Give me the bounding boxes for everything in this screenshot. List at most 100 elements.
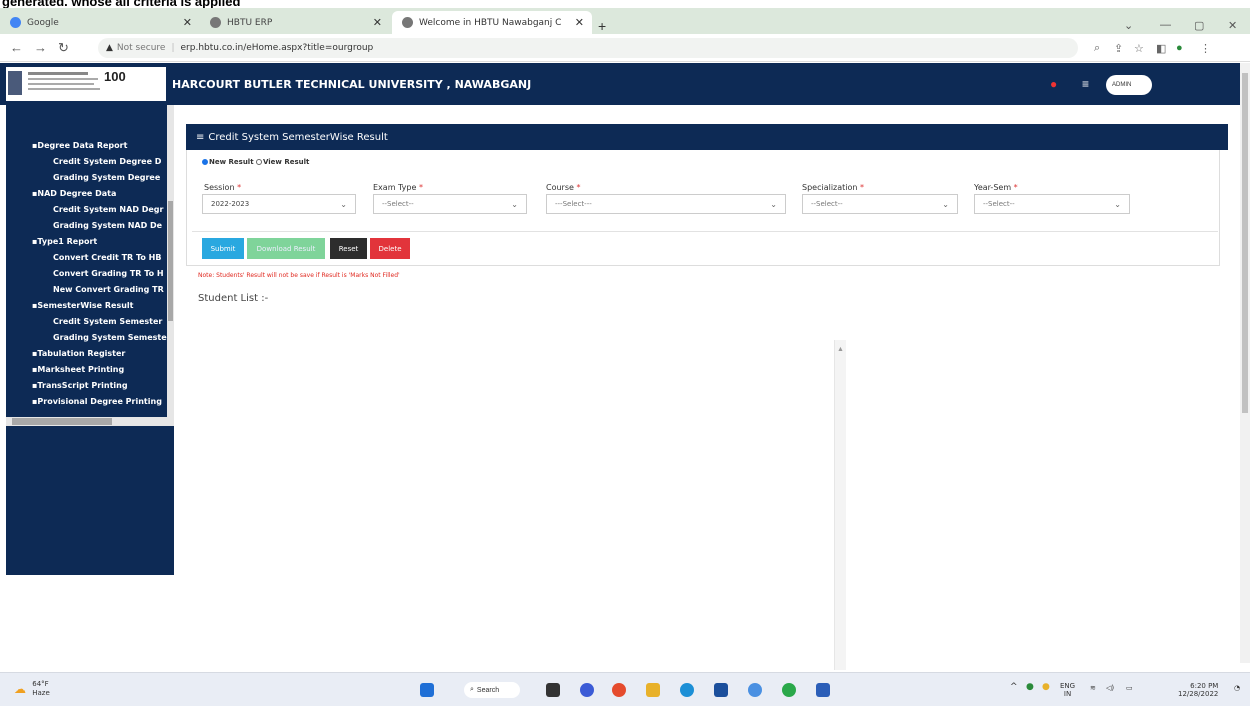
sidebar-item-semesterwise-result[interactable]: SemesterWise Result [32, 301, 133, 315]
app-header: 100 HARCOURT BUTLER TECHNICAL UNIVERSITY… [0, 63, 1240, 105]
profile-icon[interactable]: ● [1176, 42, 1183, 54]
hamburger-icon[interactable]: ≡ [1082, 77, 1089, 91]
tab-search-icon[interactable]: ⌄ [1124, 19, 1133, 32]
sidebar-item-new-convert-grading[interactable]: New Convert Grading TR [53, 285, 164, 299]
new-tab-icon[interactable]: + [598, 18, 606, 34]
sidebar-item-grading-degree[interactable]: Grading System Degree [53, 173, 160, 187]
sidebar-item-credit-semester[interactable]: Credit System Semester [53, 317, 162, 331]
logo-text-line [28, 78, 98, 80]
edge-icon[interactable] [680, 683, 694, 697]
file-explorer-icon[interactable] [646, 683, 660, 697]
star-icon[interactable]: ☆ [1134, 42, 1144, 55]
radio-new-label[interactable]: New Result [209, 158, 254, 166]
sidebar-item-marksheet-printing[interactable]: Marksheet Printing [32, 365, 124, 379]
session-label: Session * [204, 183, 242, 192]
taskbar-search[interactable]: ⌕ Search [464, 682, 520, 698]
scrollbar-thumb[interactable] [1242, 73, 1248, 413]
radio-new-result[interactable] [202, 159, 208, 165]
back-icon[interactable]: ← [10, 40, 23, 55]
wifi-icon[interactable]: ≋ [1090, 684, 1096, 692]
reload-icon[interactable]: ↻ [58, 40, 69, 56]
download-result-button[interactable]: Download Result [247, 238, 325, 259]
radio-view-label[interactable]: View Result [263, 158, 309, 166]
teams-icon[interactable] [748, 683, 762, 697]
store-icon[interactable] [714, 683, 728, 697]
user-menu[interactable]: ADMIN [1106, 75, 1152, 95]
warning-icon: ▲ [106, 43, 113, 53]
university-logo[interactable]: 100 [6, 67, 166, 101]
sidebar-item-credit-nad[interactable]: Credit System NAD Degr [53, 205, 163, 219]
sidebar-item-type1-report[interactable]: Type1 Report [32, 237, 97, 251]
chat-icon[interactable] [580, 683, 594, 697]
sidepanel-icon[interactable]: ◧ [1156, 42, 1166, 55]
language-indicator[interactable]: ENG IN [1060, 682, 1075, 698]
specialization-select[interactable]: --Select-- ⌄ [802, 194, 958, 214]
sidebar-menu: Degree Data Report Credit System Degree … [6, 105, 167, 423]
scrollbar-thumb[interactable] [12, 418, 112, 425]
clock[interactable]: 6:20 PM 12/28/2022 [1178, 682, 1218, 698]
student-list-scrollbar[interactable]: ▲ [834, 340, 846, 670]
cropped-caption: generated. whose all criteria is applied [0, 0, 1250, 8]
sidebar-item-convert-credit-tr[interactable]: Convert Credit TR To HB [53, 253, 161, 267]
maximize-icon[interactable]: ▢ [1194, 19, 1204, 32]
url-field[interactable]: ▲ Not secure | erp.hbtu.co.in/eHome.aspx… [98, 38, 1078, 58]
weather-widget[interactable]: ☁ 64°F Haze [14, 680, 50, 698]
search-label: Search [476, 686, 500, 694]
minimize-icon[interactable]: — [1160, 19, 1171, 31]
tab-google[interactable]: Google ✕ [0, 11, 200, 34]
menu-kebab-icon[interactable]: ⋮ [1200, 42, 1211, 55]
sidebar-item-provisional-degree[interactable]: Provisional Degree Printing [32, 397, 162, 411]
close-icon[interactable]: ✕ [373, 16, 382, 29]
notification-icon[interactable]: ● [1050, 77, 1057, 91]
sidebar-vertical-scrollbar[interactable] [167, 105, 174, 423]
logo-text-line [28, 83, 94, 85]
tab-hbtu-erp[interactable]: HBTU ERP ✕ [200, 11, 390, 34]
user-name: ADMIN [1112, 82, 1132, 88]
logo-text-line [28, 72, 88, 75]
emblem-icon [8, 71, 22, 95]
volume-icon[interactable]: ◁) [1106, 684, 1114, 692]
share-icon[interactable]: ⇪ [1114, 42, 1123, 55]
reset-button[interactable]: Reset [330, 238, 367, 259]
tray-app-icon[interactable]: ● [1042, 683, 1050, 692]
close-icon[interactable]: ✕ [183, 16, 192, 29]
exam-type-select[interactable]: --Select-- ⌄ [373, 194, 527, 214]
session-select[interactable]: 2022-2023 ⌄ [202, 194, 356, 214]
form-divider [192, 231, 1218, 232]
page-scrollbar[interactable] [1240, 63, 1250, 663]
scrollbar-thumb[interactable] [168, 201, 173, 321]
delete-button[interactable]: Delete [370, 238, 410, 259]
forward-icon[interactable]: → [34, 40, 47, 55]
zoom-icon[interactable]: ⌕ [1094, 42, 1100, 55]
sidebar-item-credit-degree[interactable]: Credit System Degree D [53, 157, 161, 171]
sidebar-item-transscript-printing[interactable]: TransScript Printing [32, 381, 127, 395]
sidebar-item-degree-data-report[interactable]: Degree Data Report [32, 141, 127, 155]
window-close-icon[interactable]: ✕ [1228, 19, 1237, 32]
tray-app-icon[interactable]: ● [1026, 683, 1034, 692]
tray-chevron-icon[interactable]: ^ [1010, 683, 1018, 692]
sidebar-item-tabulation-register[interactable]: Tabulation Register [32, 349, 125, 363]
not-secure-label: Not secure [116, 43, 166, 53]
sidebar-horizontal-scrollbar[interactable] [6, 417, 174, 426]
word-icon[interactable] [816, 683, 830, 697]
sidebar-item-convert-grading-tr[interactable]: Convert Grading TR To H [53, 269, 164, 283]
battery-icon[interactable]: ▭ [1126, 684, 1133, 692]
notification-center-icon[interactable]: ◔ [1234, 684, 1240, 692]
sidebar-item-nad-degree-data[interactable]: NAD Degree Data [32, 189, 116, 203]
windows-start-icon[interactable] [420, 683, 434, 697]
close-icon[interactable]: ✕ [575, 16, 584, 29]
url-separator: | [171, 43, 175, 53]
submit-button[interactable]: Submit [202, 238, 244, 259]
task-view-icon[interactable] [546, 683, 560, 697]
sidebar-item-grading-semester[interactable]: Grading System Semeste [53, 333, 167, 347]
scroll-up-icon[interactable]: ▲ [837, 346, 844, 353]
course-select[interactable]: ---Select--- ⌄ [546, 194, 786, 214]
radio-view-result[interactable] [255, 159, 262, 165]
tab-welcome[interactable]: Welcome in HBTU Nawabganj C ✕ [392, 11, 592, 34]
list-icon: ≡ [196, 131, 205, 143]
chrome-icon[interactable] [612, 683, 626, 697]
chrome-profile-icon[interactable] [782, 683, 796, 697]
year-sem-select[interactable]: --Select-- ⌄ [974, 194, 1130, 214]
sidebar-item-grading-nad[interactable]: Grading System NAD De [53, 221, 162, 235]
google-icon [10, 17, 21, 28]
